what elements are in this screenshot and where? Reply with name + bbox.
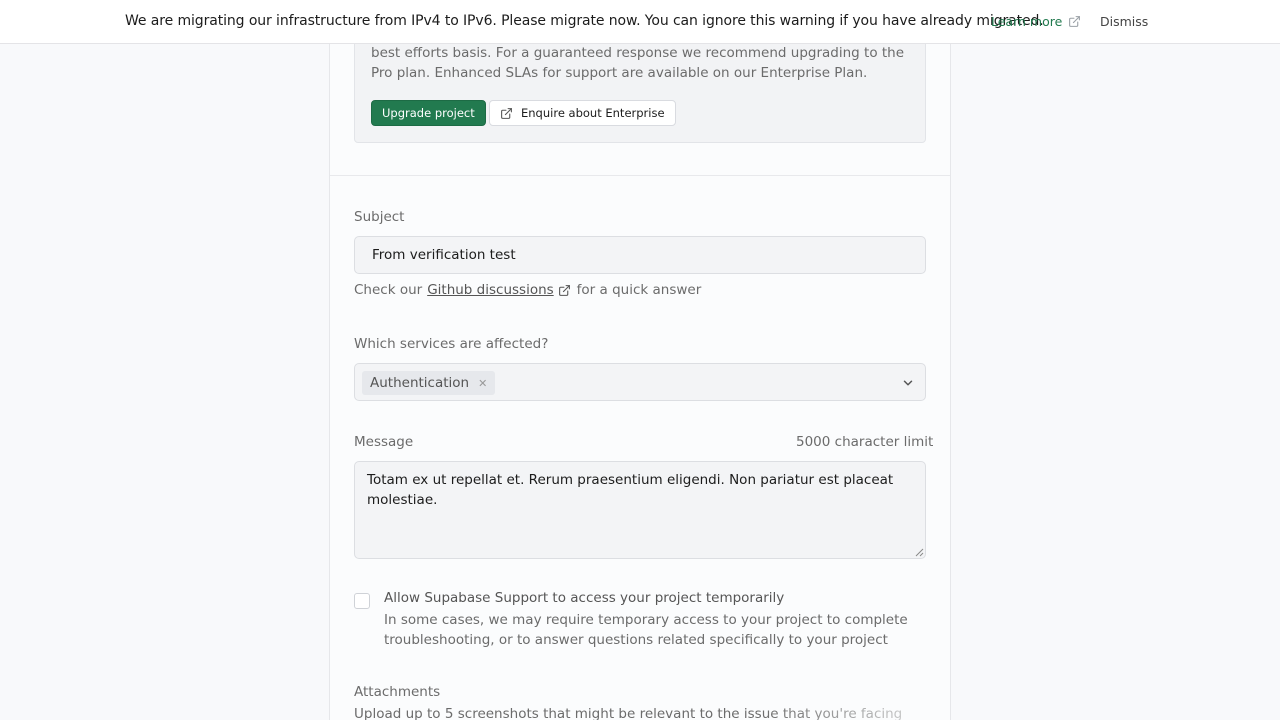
learn-more-label: Learn more (991, 14, 1063, 29)
message-textarea[interactable]: Totam ex ut repellat et. Rerum praesenti… (354, 461, 926, 559)
attachments-label: Attachments (354, 684, 441, 700)
allow-access-title: Allow Supabase Support to access your pr… (384, 590, 785, 606)
enquire-enterprise-label: Enquire about Enterprise (521, 106, 665, 120)
subject-helper: Check our Github discussions for a quick… (354, 282, 701, 298)
helper-suffix: for a quick answer (576, 282, 702, 298)
allow-access-checkbox[interactable] (354, 593, 370, 609)
services-label: Which services are affected? (354, 336, 549, 352)
upgrade-project-button[interactable]: Upgrade project (371, 100, 486, 126)
services-multiselect[interactable]: Authentication ✕ (354, 363, 926, 401)
section-divider (330, 175, 950, 176)
service-chip-label: Authentication (370, 375, 470, 391)
character-limit: 5000 character limit (796, 434, 934, 450)
banner-message: We are migrating our infrastructure from… (125, 13, 1044, 29)
external-link-icon (558, 284, 570, 296)
subject-label: Subject (354, 209, 405, 225)
message-label: Message (354, 434, 414, 450)
helper-prefix: Check our (354, 282, 423, 298)
chevron-down-icon (903, 380, 913, 386)
bottom-fade (760, 704, 950, 720)
plan-notice-text: best efforts basis. For a guaranteed res… (371, 45, 905, 81)
github-discussions-link[interactable]: Github discussions (427, 282, 553, 298)
learn-more-link[interactable]: Learn more (991, 14, 1081, 29)
subject-input[interactable]: From verification test (354, 236, 926, 274)
enquire-enterprise-button[interactable]: Enquire about Enterprise (489, 100, 676, 126)
resize-handle-icon[interactable] (914, 547, 924, 557)
service-chip-authentication: Authentication ✕ (362, 371, 496, 395)
ipv6-migration-banner: We are migrating our infrastructure from… (0, 0, 1280, 44)
remove-chip-icon[interactable]: ✕ (478, 377, 487, 390)
external-link-icon (1069, 16, 1081, 27)
allow-access-description: In some cases, we may require temporary … (384, 612, 908, 648)
message-text: Totam ex ut repellat et. Rerum praesenti… (367, 472, 894, 508)
external-link-icon (501, 107, 512, 119)
dismiss-button[interactable]: Dismiss (1100, 14, 1148, 29)
